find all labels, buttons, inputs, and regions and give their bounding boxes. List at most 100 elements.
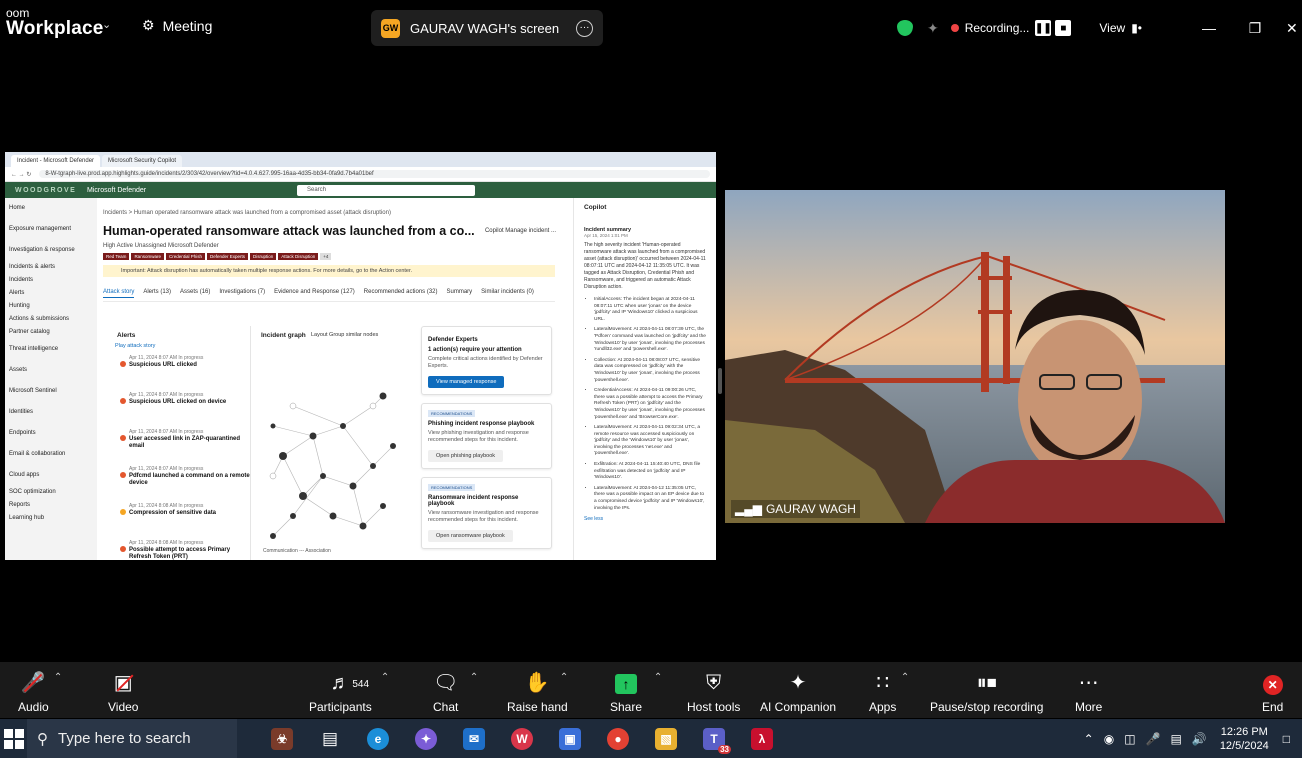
nav-item[interactable]: Microsoft Sentinel (5, 381, 97, 402)
incident-actions[interactable]: Copilot Manage incident ... (485, 228, 556, 234)
mail-icon[interactable]: ✉ (450, 719, 498, 758)
stop-recording-button[interactable]: ■ (1055, 20, 1072, 36)
shared-screen[interactable]: Incident - Microsoft Defender Microsoft … (5, 152, 716, 560)
tab-recommended-actions[interactable]: Recommended actions (32) (364, 289, 438, 298)
screen-share-indicator[interactable]: GW GAURAV WAGH's screen ··· (371, 10, 603, 46)
tray-app-icon[interactable]: ◉ (1104, 732, 1114, 746)
chrome-icon[interactable]: ● (594, 719, 642, 758)
restore-button[interactable]: ❐ (1240, 20, 1270, 37)
meeting-menu[interactable]: ⚙ Meeting (142, 17, 212, 34)
play-attack-story-link[interactable]: Play attack story (115, 343, 250, 349)
participants-button[interactable]: ♬ 544 Participants (309, 662, 372, 718)
taskbar-clock[interactable]: 12:26 PM 12/5/2024 (1220, 725, 1269, 753)
nav-item[interactable]: Learning hub (5, 512, 97, 525)
video-button[interactable]: ▣ Video (108, 662, 138, 718)
graph-canvas[interactable] (253, 346, 413, 546)
wps-office-icon[interactable]: W (498, 719, 546, 758)
windows-start-icon[interactable] (4, 728, 24, 749)
browser-tab[interactable]: Microsoft Security Copilot (102, 155, 183, 167)
apps-button[interactable]: ∷ Apps (869, 662, 896, 718)
minimize-button[interactable]: — (1194, 20, 1224, 36)
alert-item[interactable]: Apr 11, 2024 8:08 AM In progress Possible… (103, 540, 250, 560)
url-field[interactable]: 8-W-tgraph-live.prod.app.highlights.guid… (39, 170, 710, 178)
nav-item[interactable]: Partner catalog (5, 326, 97, 339)
alert-item[interactable]: Apr 11, 2024 8:07 AM In progress Pdfcmd l… (103, 466, 250, 503)
alert-item[interactable]: Apr 11, 2024 8:07 AM In progress Suspicio… (103, 392, 250, 429)
network-icon[interactable]: ▤ (1171, 732, 1182, 746)
tab-assets[interactable]: Assets (16) (180, 289, 210, 298)
nav-item[interactable]: Alerts (5, 287, 97, 300)
ai-sparkle-icon[interactable]: ✦ (927, 20, 939, 37)
see-less-link[interactable]: See less (584, 516, 706, 522)
pause-recording-button[interactable]: ❚❚ (1035, 20, 1052, 36)
incident-tabs: Attack story Alerts (13) Assets (16) Inv… (103, 289, 555, 302)
defender-search-input[interactable]: Search (297, 184, 475, 196)
pause-stop-label: Pause/stop recording (930, 700, 1044, 714)
nav-item[interactable]: Endpoints (5, 423, 97, 444)
participant-video-tile[interactable]: ▂▄▆ GAURAV WAGH (725, 190, 1225, 523)
view-button[interactable]: View ▮• (1099, 21, 1142, 35)
nav-item[interactable]: Exposure management (5, 219, 97, 240)
alert-time: Apr 11, 2024 8:08 AM In progress (129, 503, 204, 509)
alert-item[interactable]: Apr 11, 2024 8:07 AM In progress Suspicio… (103, 355, 250, 392)
nav-item[interactable]: Incidents (5, 274, 97, 287)
copilot-icon[interactable]: ✦ (402, 719, 450, 758)
tab-investigations[interactable]: Investigations (7) (219, 289, 265, 298)
breadcrumb[interactable]: Incidents > Human operated ransomware at… (103, 210, 568, 216)
tab-evidence[interactable]: Evidence and Response (127) (274, 289, 355, 298)
back-arrow-icon[interactable]: ← → ↻ (11, 171, 31, 178)
store-icon[interactable]: ▣ (546, 719, 594, 758)
more-options-icon[interactable]: ··· (576, 19, 593, 37)
notifications-icon[interactable]: □ (1283, 732, 1290, 746)
task-view-icon[interactable]: ▤ (306, 719, 354, 758)
share-button[interactable]: ↑ Share (610, 662, 642, 718)
holiday-widget-icon[interactable]: ☣ (258, 719, 306, 758)
raise-hand-button[interactable]: ✋ Raise hand (507, 662, 568, 718)
nav-item[interactable]: Actions & submissions (5, 313, 97, 326)
tab-similar-incidents[interactable]: Similar incidents (0) (481, 289, 534, 298)
ai-companion-button[interactable]: ✦ AI Companion (760, 662, 836, 718)
card-action-button[interactable]: Open phishing playbook (428, 450, 504, 462)
end-meeting-button[interactable]: ✕ End (1262, 662, 1283, 718)
alert-item[interactable]: Apr 11, 2024 8:08 AM In progress Compress… (103, 503, 250, 540)
tab-alerts[interactable]: Alerts (13) (143, 289, 171, 298)
volume-icon[interactable]: 🔊 (1192, 732, 1207, 746)
nav-item[interactable]: Threat intelligence (5, 339, 97, 360)
tray-chevron-icon[interactable]: ⌃ (1084, 732, 1094, 746)
graph-controls[interactable]: Layout Group similar nodes (311, 332, 378, 338)
card-action-button[interactable]: View managed response (428, 376, 505, 388)
tab-summary[interactable]: Summary (447, 289, 473, 298)
chat-button[interactable]: 🗨 Chat (433, 662, 458, 718)
nav-item[interactable]: SOC optimization (5, 486, 97, 499)
edge-icon[interactable]: e (354, 719, 402, 758)
nav-item[interactable]: Home (5, 198, 97, 219)
nav-item[interactable]: Cloud apps (5, 465, 97, 486)
split-divider-handle[interactable] (718, 368, 722, 394)
nav-item[interactable]: Identities (5, 402, 97, 423)
nav-item[interactable]: Assets (5, 360, 97, 381)
acrobat-icon[interactable]: λ (738, 719, 786, 758)
nav-item[interactable]: Hunting (5, 300, 97, 313)
teams-icon[interactable]: T 33 (690, 719, 738, 758)
close-button[interactable]: ✕ (1286, 20, 1302, 37)
incident-graph[interactable]: Incident graph Layout Group similar node… (253, 326, 413, 560)
nav-item[interactable]: Investigation & response (5, 240, 97, 261)
nav-item[interactable]: Reports (5, 499, 97, 512)
browser-tab[interactable]: Incident - Microsoft Defender (11, 155, 101, 167)
card-action-button[interactable]: Open ransomware playbook (428, 530, 513, 542)
microphone-icon[interactable]: 🎤 (1146, 732, 1161, 746)
file-explorer-icon[interactable]: ▧ (642, 719, 690, 758)
more-button[interactable]: ⋯ More (1075, 662, 1102, 718)
nav-item[interactable]: Email & collaboration (5, 444, 97, 465)
alert-item[interactable]: Apr 11, 2024 8:07 AM In progress User acc… (103, 429, 250, 466)
pause-stop-recording-button[interactable]: ⏸⏹ Pause/stop recording (930, 662, 1043, 718)
host-tools-button[interactable]: ⛨ Host tools (687, 662, 740, 718)
encryption-shield-icon[interactable] (896, 20, 913, 36)
audio-button[interactable]: 🎤 Audio (18, 662, 49, 718)
taskbar-search[interactable]: ⚲ Type here to search (27, 719, 237, 758)
nav-item[interactable]: Incidents & alerts (5, 261, 97, 274)
chevron-down-icon[interactable]: ⌄ (102, 18, 111, 31)
tray-app-icon[interactable]: ◫ (1124, 732, 1135, 746)
zoom-workplace-logo[interactable]: oom Workplace (6, 6, 104, 38)
tab-attack-story[interactable]: Attack story (103, 289, 135, 298)
